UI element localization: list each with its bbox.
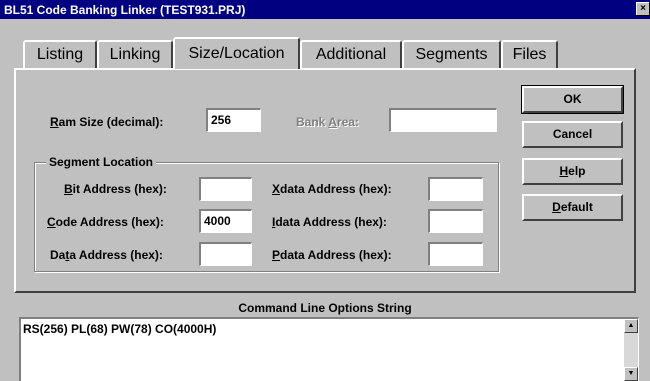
tab-size-location[interactable]: Size/Location [173, 37, 300, 69]
tab-additional[interactable]: Additional [300, 40, 402, 68]
data-address-label: Data Address (hex): [50, 248, 163, 262]
idata-address-label: Idata Address (hex): [272, 215, 387, 229]
code-address-label: Code Address (hex): [47, 215, 164, 229]
ram-size-field[interactable]: 256 [206, 108, 261, 132]
segment-location-title: Segment Location [46, 155, 157, 169]
pdata-address-label: Pdata Address (hex): [272, 248, 392, 262]
default-button[interactable]: Default [522, 194, 623, 221]
command-line-label: Command Line Options String [238, 301, 412, 315]
command-line-textarea[interactable]: RS(256) PL(68) PW(78) CO(4000H) ▲ ▼ [19, 317, 639, 381]
tab-files[interactable]: Files [501, 40, 558, 68]
xdata-address-label: Xdata Address (hex): [272, 182, 392, 196]
command-line-text: RS(256) PL(68) PW(78) CO(4000H) [23, 322, 217, 336]
ok-button[interactable]: OK [521, 85, 624, 114]
pdata-address-field[interactable] [428, 242, 483, 266]
ram-size-label: Ram Size (decimal): [50, 115, 164, 129]
cancel-button[interactable]: Cancel [522, 121, 623, 148]
bank-area-label: Bank Area: [296, 115, 359, 129]
idata-address-field[interactable] [428, 209, 483, 233]
dialog-window: BL51 Code Banking Linker (TEST931.PRJ) ×… [0, 0, 650, 381]
bank-area-field[interactable] [389, 108, 497, 132]
help-button[interactable]: Help [522, 158, 623, 185]
vertical-scrollbar[interactable]: ▲ ▼ [624, 319, 638, 381]
bit-address-label: Bit Address (hex): [64, 182, 167, 196]
bit-address-field[interactable] [199, 177, 252, 201]
title-bar: BL51 Code Banking Linker (TEST931.PRJ) × [0, 0, 650, 19]
close-icon[interactable]: × [636, 2, 650, 16]
window-title: BL51 Code Banking Linker (TEST931.PRJ) [4, 3, 246, 17]
scroll-up-icon[interactable]: ▲ [624, 319, 638, 333]
tab-listing[interactable]: Listing [23, 40, 97, 68]
scroll-down-icon[interactable]: ▼ [624, 367, 638, 381]
data-address-field[interactable] [199, 242, 252, 266]
tab-linking[interactable]: Linking [97, 40, 173, 68]
code-address-field[interactable]: 4000 [199, 209, 252, 233]
tab-segments[interactable]: Segments [402, 40, 501, 68]
xdata-address-field[interactable] [428, 177, 483, 201]
